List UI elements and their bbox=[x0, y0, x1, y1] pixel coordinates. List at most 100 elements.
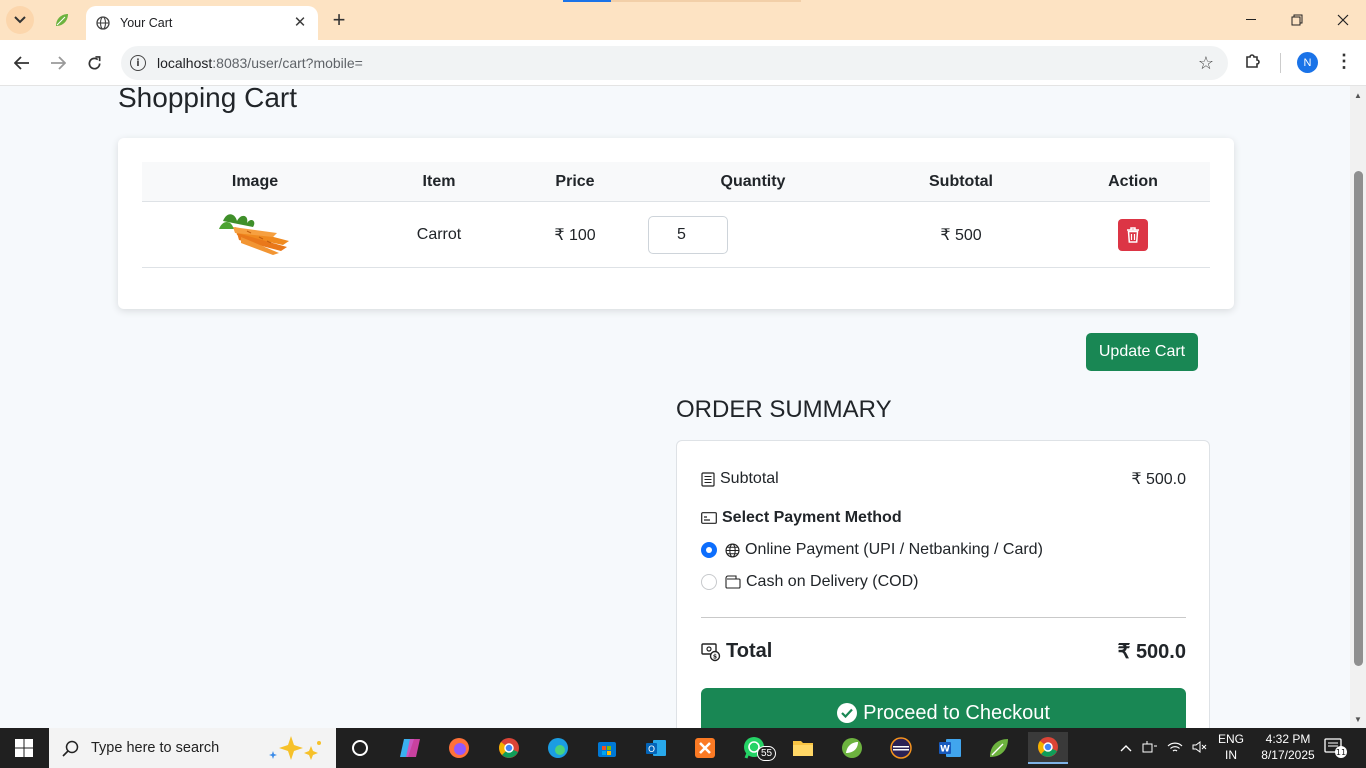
header-action: Action bbox=[1108, 172, 1158, 190]
globe-icon bbox=[725, 542, 740, 558]
delete-item-button[interactable] bbox=[1118, 218, 1148, 251]
total-value: ₹ 500.0 bbox=[1117, 641, 1186, 663]
update-cart-button[interactable]: Update Cart bbox=[1086, 333, 1198, 371]
reload-icon[interactable] bbox=[80, 49, 108, 77]
globe-icon bbox=[96, 16, 110, 30]
word-icon[interactable]: W bbox=[930, 732, 970, 764]
profile-avatar[interactable]: N bbox=[1297, 52, 1318, 73]
quantity-input[interactable] bbox=[648, 215, 728, 254]
cart-card: Image Item Price Quantity Subtotal Actio… bbox=[118, 138, 1234, 309]
tab-your-cart[interactable]: Your Cart ✕ bbox=[86, 6, 318, 40]
taskbar-clock[interactable]: 4:32 PM 8/17/2025 bbox=[1258, 731, 1318, 763]
tab-leaf-app[interactable] bbox=[44, 6, 80, 34]
tab-strip-highlight bbox=[563, 0, 611, 2]
system-tray bbox=[1120, 728, 1208, 768]
browser-menu-icon[interactable]: ⋮ bbox=[1335, 51, 1353, 72]
edge-icon[interactable] bbox=[538, 732, 578, 764]
tab-search-chevron-icon[interactable] bbox=[6, 6, 34, 34]
subtotal-value: ₹ 500.0 bbox=[1131, 471, 1186, 488]
item-name: Carrot bbox=[416, 225, 462, 243]
language-indicator[interactable]: ENG IN bbox=[1216, 731, 1246, 763]
tab-strip-highlight-2 bbox=[611, 0, 801, 2]
url-text: localhost:8083/user/cart?mobile= bbox=[157, 55, 363, 71]
header-image: Image bbox=[231, 172, 279, 190]
page-scrollbar[interactable]: ▲ ▼ bbox=[1350, 86, 1366, 728]
address-bar[interactable]: i localhost:8083/user/cart?mobile= ☆ bbox=[121, 46, 1228, 80]
trash-icon bbox=[1127, 226, 1139, 243]
scroll-down-arrow-icon[interactable]: ▼ bbox=[1350, 712, 1366, 726]
summary-divider bbox=[701, 617, 1186, 618]
whatsapp-unread-badge: 55 bbox=[757, 746, 777, 761]
cod-radio[interactable] bbox=[701, 574, 717, 590]
credit-card-icon bbox=[701, 512, 717, 524]
speaker-muted-icon[interactable] bbox=[1192, 740, 1208, 757]
online-payment-radio[interactable] bbox=[701, 542, 717, 558]
restore-button[interactable] bbox=[1274, 0, 1320, 40]
search-icon bbox=[62, 740, 79, 757]
clock-time: 4:32 PM bbox=[1265, 732, 1311, 746]
taskbar-search-box[interactable]: Type here to search bbox=[49, 728, 336, 768]
url-path: :8083/user/cart?mobile= bbox=[212, 55, 363, 71]
leaf-icon bbox=[56, 14, 68, 26]
table-row: Carrot ₹ 100 ₹ 500 bbox=[142, 202, 1210, 268]
xampp-icon[interactable] bbox=[685, 732, 725, 764]
forward-arrow-icon[interactable] bbox=[44, 49, 72, 77]
windows-taskbar: Type here to search O W ENG IN 4:32 PM 8… bbox=[0, 728, 1366, 768]
chrome-active-icon[interactable] bbox=[1028, 732, 1068, 764]
language-line-2: IN bbox=[1225, 748, 1237, 762]
wifi-icon[interactable] bbox=[1167, 740, 1183, 757]
notification-count: 11 bbox=[1336, 748, 1346, 757]
tab-close-icon[interactable]: ✕ bbox=[290, 12, 310, 32]
scrollbar-thumb[interactable] bbox=[1354, 171, 1363, 666]
summary-subtotal-row: Subtotal ₹ 500.0 bbox=[701, 469, 1186, 489]
eclipse-icon[interactable] bbox=[881, 732, 921, 764]
microsoft-store-icon[interactable] bbox=[587, 732, 627, 764]
firefox-icon[interactable] bbox=[439, 732, 479, 764]
payment-option-cod[interactable]: Cash on Delivery (COD) bbox=[701, 573, 1186, 591]
page-viewport: Shopping Cart Image Item Price Quantity … bbox=[0, 86, 1350, 728]
action-cell bbox=[1056, 218, 1210, 251]
header-item: Item bbox=[422, 172, 456, 190]
file-explorer-icon[interactable] bbox=[783, 732, 823, 764]
scroll-up-arrow-icon[interactable]: ▲ bbox=[1350, 88, 1366, 102]
cash-coin-icon: $ bbox=[701, 642, 721, 662]
header-quantity: Quantity bbox=[720, 172, 786, 190]
copilot-icon[interactable] bbox=[390, 732, 430, 764]
start-button[interactable] bbox=[0, 728, 48, 768]
spring-leaf-icon[interactable] bbox=[979, 732, 1019, 764]
spring-tools-icon[interactable] bbox=[832, 732, 872, 764]
language-line-1: ENG bbox=[1217, 732, 1244, 746]
summary-total-row: $ Total ₹ 500.0 bbox=[701, 639, 1186, 664]
payment-option-online[interactable]: Online Payment (UPI / Netbanking / Card) bbox=[701, 541, 1186, 559]
chrome-profile-icon[interactable] bbox=[489, 732, 529, 764]
toolbar-divider bbox=[1280, 53, 1281, 73]
online-payment-label: Online Payment (UPI / Netbanking / Card) bbox=[745, 541, 1043, 558]
tray-chevron-up-icon[interactable] bbox=[1120, 741, 1132, 755]
bookmark-star-icon[interactable]: ☆ bbox=[1198, 53, 1214, 74]
outlook-icon[interactable]: O bbox=[636, 732, 676, 764]
browser-tab-bar: Your Cart ✕ + bbox=[0, 0, 1366, 40]
back-arrow-icon[interactable] bbox=[8, 49, 36, 77]
task-view-icon[interactable] bbox=[340, 732, 380, 764]
header-price: Price bbox=[555, 172, 595, 190]
payment-method-title: Select Payment Method bbox=[722, 509, 902, 526]
minimize-button[interactable] bbox=[1228, 0, 1274, 40]
page-title: Shopping Cart bbox=[118, 86, 298, 113]
cart-table: Image Item Price Quantity Subtotal Actio… bbox=[142, 162, 1210, 268]
site-info-icon[interactable]: i bbox=[130, 55, 146, 71]
item-price: ₹ 100 bbox=[554, 226, 596, 244]
extensions-puzzle-icon[interactable] bbox=[1243, 51, 1263, 76]
product-image-cell bbox=[142, 207, 368, 262]
battery-icon[interactable] bbox=[1142, 740, 1158, 757]
copilot-sparkle-icon bbox=[269, 736, 322, 760]
notification-center-icon[interactable]: 11 bbox=[1324, 738, 1348, 758]
new-tab-button[interactable]: + bbox=[326, 6, 352, 34]
header-subtotal: Subtotal bbox=[929, 172, 993, 190]
total-label: Total bbox=[726, 640, 773, 662]
quantity-cell bbox=[640, 215, 866, 254]
wallet-icon bbox=[725, 575, 741, 589]
search-placeholder: Type here to search bbox=[91, 740, 220, 756]
order-summary-card: Subtotal ₹ 500.0 Select Payment Method O… bbox=[676, 440, 1210, 728]
close-window-button[interactable] bbox=[1320, 0, 1366, 40]
proceed-to-checkout-button[interactable]: Proceed to Checkout bbox=[701, 688, 1186, 728]
